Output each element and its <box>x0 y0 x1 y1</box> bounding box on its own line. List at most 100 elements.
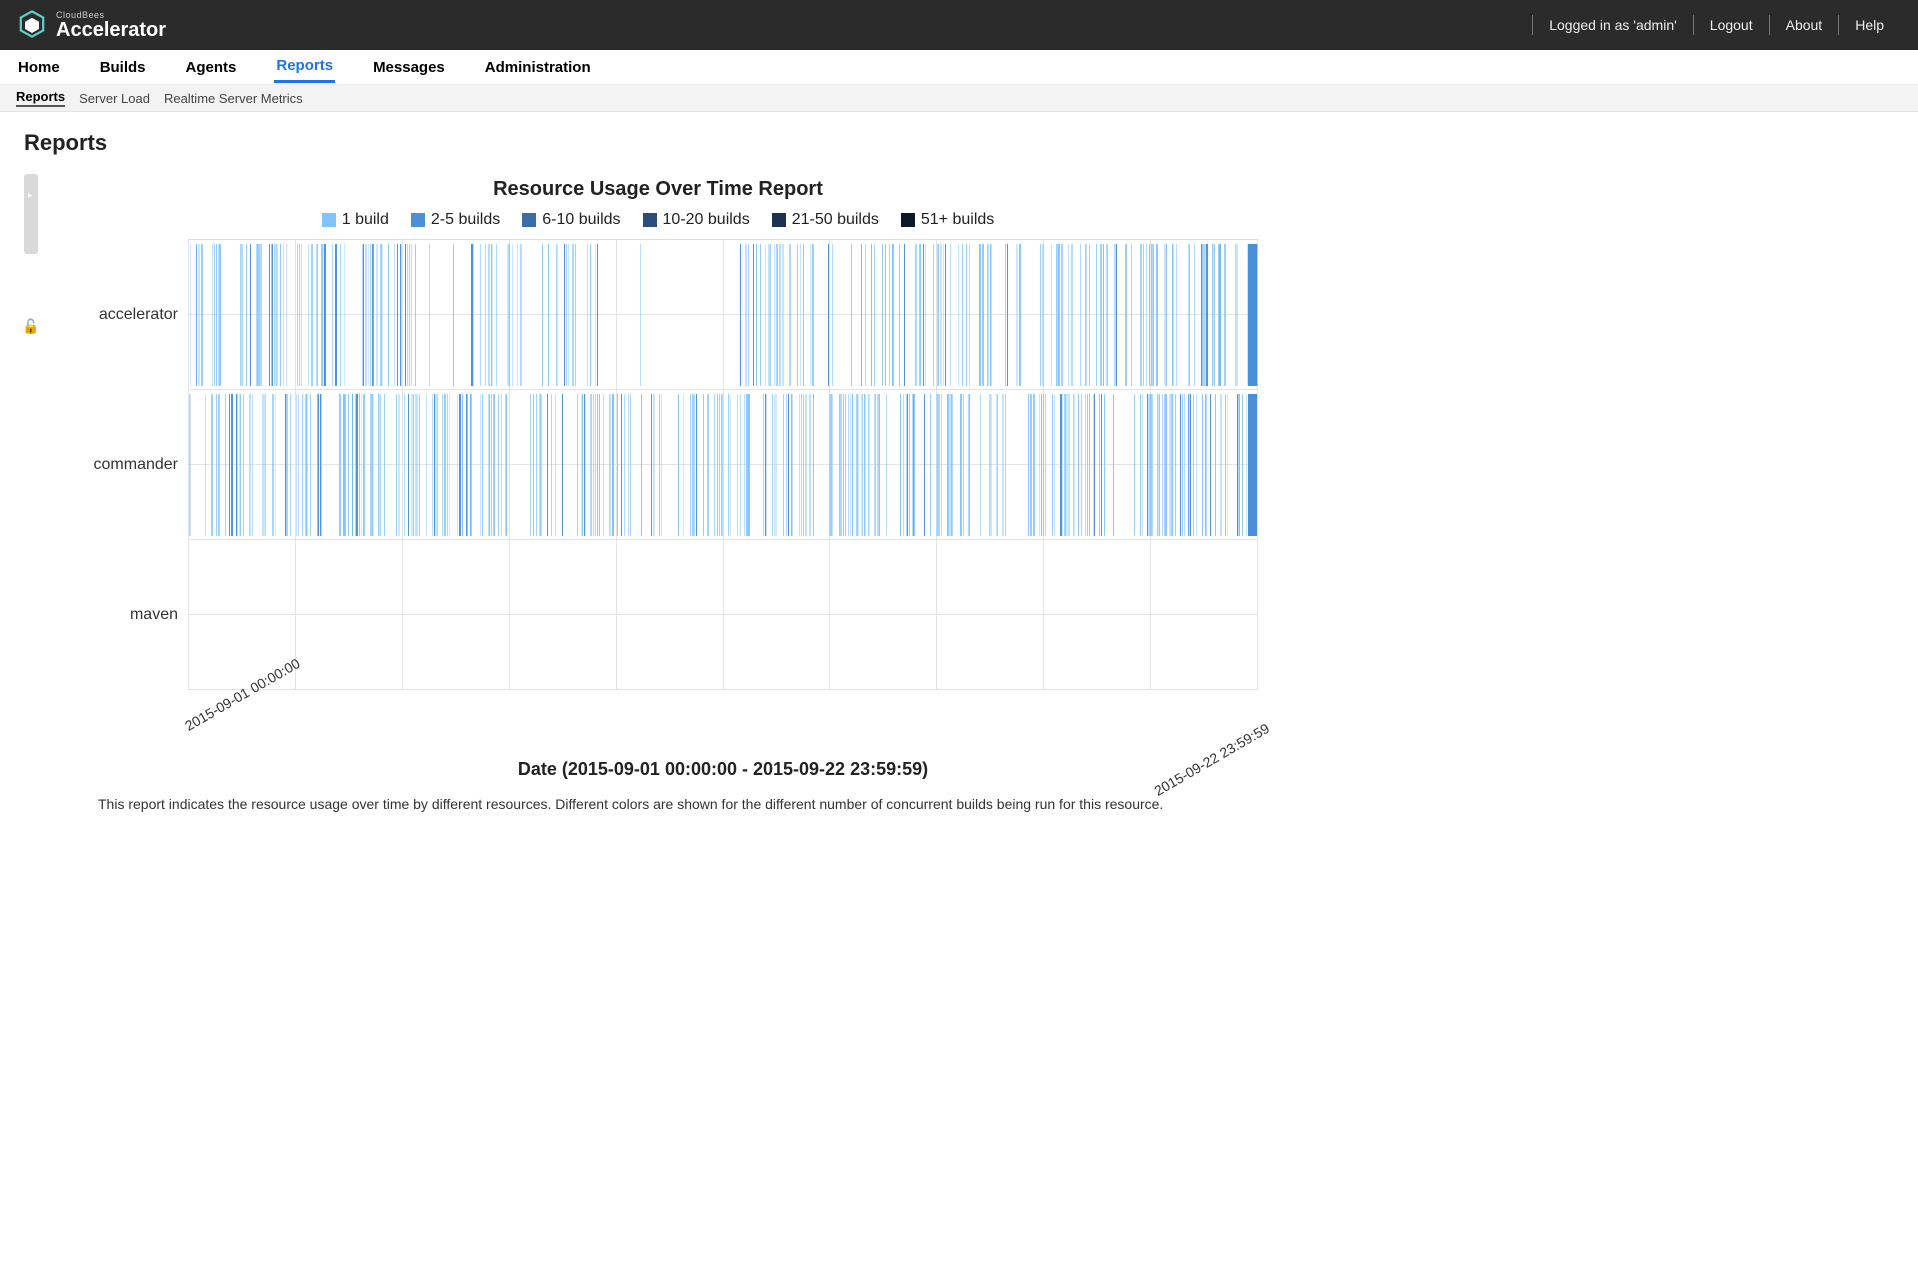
legend-item[interactable]: 2-5 builds <box>411 211 500 229</box>
chart-stripe <box>507 244 508 386</box>
legend-swatch-icon <box>772 213 786 227</box>
nav-builds[interactable]: Builds <box>98 53 148 82</box>
nav-home[interactable]: Home <box>16 53 62 82</box>
chart-stripe <box>1159 394 1160 536</box>
lock-icon[interactable]: 🔓 <box>22 318 39 335</box>
brand-logo-icon <box>18 10 46 41</box>
chart-stripe <box>264 394 265 536</box>
logged-in-text: Logged in as 'admin' <box>1533 17 1693 33</box>
chart-stripe <box>409 244 410 386</box>
nav-messages[interactable]: Messages <box>371 53 447 82</box>
chart-stripe <box>373 394 374 536</box>
chart-stripe <box>775 394 777 536</box>
chart-stripe <box>520 244 521 386</box>
legend-item[interactable]: 21-50 builds <box>772 211 879 229</box>
legend-swatch-icon <box>322 213 336 227</box>
logout-link[interactable]: Logout <box>1694 17 1769 33</box>
chart-stripe <box>190 244 191 386</box>
chart-stripe <box>661 394 662 536</box>
chart-stripe <box>694 394 695 536</box>
chart-stripe <box>828 244 829 386</box>
chart-stripe <box>595 394 596 536</box>
chart-stripe <box>1087 394 1088 536</box>
panel-collapse-handle[interactable] <box>24 174 38 254</box>
help-link[interactable]: Help <box>1839 17 1900 33</box>
subnav-realtime-metrics[interactable]: Realtime Server Metrics <box>164 91 303 106</box>
page-title: Reports <box>24 130 1894 156</box>
chart-stripe <box>373 244 374 386</box>
chart-stripe <box>879 394 880 536</box>
chart-stripe <box>865 244 866 386</box>
chart-stripe <box>397 244 398 386</box>
chart-stripe <box>1162 394 1163 536</box>
chart-stripe <box>740 394 741 536</box>
chart-stripe <box>205 394 206 536</box>
about-link[interactable]: About <box>1770 17 1839 33</box>
nav-administration[interactable]: Administration <box>483 53 593 82</box>
chart-stripe <box>272 394 274 536</box>
chart-stripe <box>189 394 190 536</box>
chart-stripe <box>789 244 791 386</box>
chart-wrapper: Resource Usage Over Time Report 1 build2… <box>48 172 1268 812</box>
chart-stripe <box>766 394 767 536</box>
brand[interactable]: CloudBees Accelerator <box>18 10 166 41</box>
legend-item[interactable]: 1 build <box>322 211 389 229</box>
chart-stripe <box>457 394 458 536</box>
chart-stripe <box>1005 244 1006 386</box>
chart-stripe <box>865 394 866 536</box>
chart-stripe <box>1068 394 1070 536</box>
chart-x-axis: 2015-09-01 00:00:00 2015-09-22 23:59:59 … <box>188 690 1258 780</box>
subnav-server-load[interactable]: Server Load <box>79 91 150 106</box>
chart-stripe <box>269 244 270 386</box>
chart-stripe <box>628 394 629 536</box>
chart-stripe <box>721 394 723 536</box>
nav-agents[interactable]: Agents <box>184 53 239 82</box>
chart-stripe <box>1180 394 1181 536</box>
legend-item[interactable]: 51+ builds <box>901 211 994 229</box>
chart-stripe <box>753 244 754 386</box>
chart-stripe <box>1196 394 1197 536</box>
chart-stripe <box>1116 244 1117 386</box>
chart-stripe <box>1188 244 1189 386</box>
chart-stripe <box>1175 394 1176 536</box>
legend-item[interactable]: 6-10 builds <box>522 211 620 229</box>
chart-stripe <box>1165 394 1166 536</box>
chart-stripe <box>1041 394 1042 536</box>
sub-nav: Reports Server Load Realtime Server Metr… <box>0 85 1918 112</box>
chart-stripe <box>597 394 598 536</box>
chart-stripe <box>1078 394 1079 536</box>
legend-item[interactable]: 10-20 builds <box>643 211 750 229</box>
chart-stripe <box>229 394 230 536</box>
chart-plot-area[interactable]: acceleratorcommandermaven <box>188 239 1258 690</box>
chart-stripe <box>378 394 380 536</box>
chart-row-commander <box>188 390 1257 540</box>
chart-stripe <box>1212 244 1213 386</box>
chart-stripe <box>1202 394 1203 536</box>
chart-stripe <box>941 394 942 536</box>
chart-stripe <box>482 394 483 536</box>
chart-stripe <box>740 244 741 386</box>
chart-stripe <box>492 244 493 386</box>
chart-stripe <box>812 244 813 386</box>
chart-stripe <box>419 394 420 536</box>
chart-endcap <box>1248 394 1257 536</box>
chart-stripe <box>283 244 284 386</box>
chart-endcap <box>1248 244 1257 386</box>
chart-stripe <box>320 394 321 536</box>
legend-label: 6-10 builds <box>542 211 620 229</box>
chart-stripe <box>744 394 745 536</box>
chart-stripe <box>1219 244 1221 386</box>
chart-stripe <box>287 394 288 536</box>
chart-stripe <box>780 244 781 386</box>
chart-stripe <box>1089 244 1090 386</box>
subnav-reports[interactable]: Reports <box>16 89 65 107</box>
chart-stripe <box>900 394 901 536</box>
nav-reports[interactable]: Reports <box>274 51 335 83</box>
chart-stripe <box>585 394 586 536</box>
chart-stripe <box>380 394 381 536</box>
chart-stripe <box>1246 394 1247 536</box>
chart-stripe <box>539 394 540 536</box>
chart-stripe <box>903 394 904 536</box>
chart-stripe <box>566 244 567 386</box>
chart-stripe <box>246 244 247 386</box>
